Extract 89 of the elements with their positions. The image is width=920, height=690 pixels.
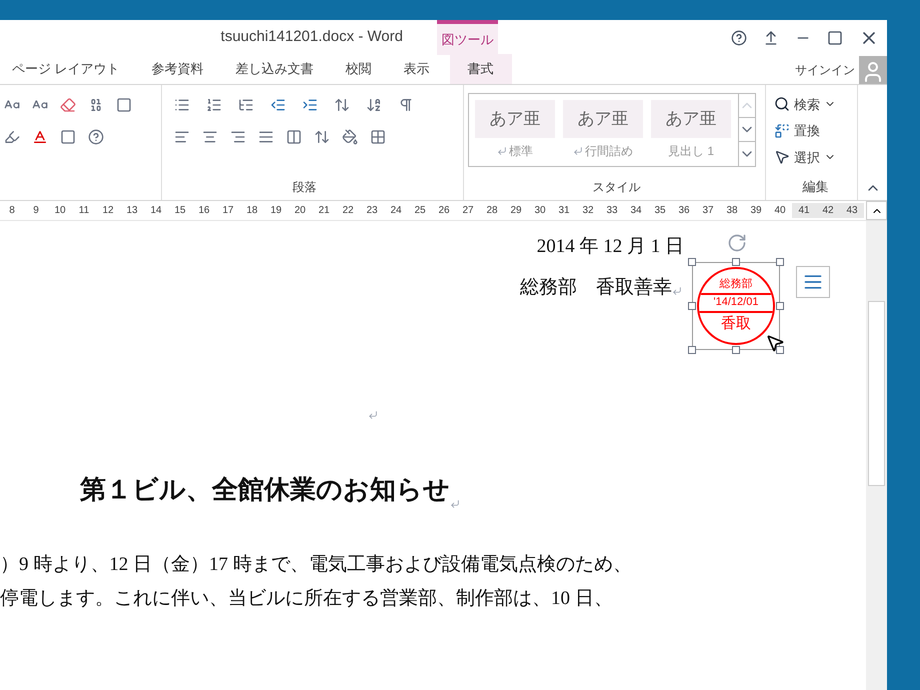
ruler-number: 27 — [461, 204, 475, 218]
ribbon-display-icon[interactable] — [763, 30, 779, 46]
editing-button[interactable]: 置換 — [774, 120, 857, 142]
ruler-number: 9 — [32, 204, 40, 218]
ruler-number: 32 — [581, 204, 595, 218]
group-label: スタイル — [592, 179, 640, 196]
date-line: 2014 年 12 月 1 日 — [536, 235, 684, 259]
layout-options-button[interactable] — [796, 266, 830, 298]
style-gallery-item[interactable]: あア亜 行間詰め — [563, 100, 643, 160]
ribbon-tab[interactable]: 参考資料 — [140, 54, 216, 84]
maximize-icon[interactable] — [827, 30, 843, 46]
ribbon-tab[interactable]: 書式 — [450, 54, 512, 84]
rotate-handle-icon[interactable] — [727, 232, 747, 252]
ruler-number: 36 — [677, 204, 691, 218]
paragraph-mark-icon — [497, 146, 507, 156]
resize-handle[interactable] — [776, 302, 784, 310]
stamp-department: 総務部 — [718, 276, 754, 292]
ruler-number: 10 — [53, 204, 67, 218]
style-gallery-item[interactable]: あア亜 標準 — [475, 100, 555, 160]
resize-handle[interactable] — [688, 302, 696, 310]
ruler-number: 35 — [653, 204, 667, 218]
stamp-name: 香取 — [720, 314, 752, 334]
ruler-number: 42 — [816, 203, 840, 218]
pointer-icon — [774, 149, 790, 166]
sign-in-link[interactable]: サインイン — [795, 60, 855, 78]
paragraph-mark-icon — [672, 286, 682, 296]
scrollbar-thumb[interactable] — [868, 301, 885, 486]
style-preview: あア亜 — [475, 100, 555, 138]
ruler-number: 20 — [293, 204, 307, 218]
help-icon[interactable] — [731, 30, 747, 46]
group-label: 段落 — [292, 179, 318, 196]
ruler-number: 24 — [389, 204, 403, 218]
ruler-number: 17 — [221, 204, 235, 218]
replace-icon — [774, 122, 790, 139]
ruler-number: 39 — [749, 204, 763, 218]
group-label: 編集 — [802, 178, 828, 196]
style-name: 見出し 1 — [668, 143, 714, 160]
sender-line: 総務部 香取善幸 — [520, 276, 672, 300]
ruler-number: 14 — [149, 204, 163, 218]
ruler-number: 18 — [245, 204, 259, 218]
style-name: 標準 — [509, 143, 533, 160]
editing-button[interactable]: 選択 — [774, 146, 857, 168]
paragraph-mark-icon — [573, 146, 583, 156]
style-preview: あア亜 — [651, 100, 731, 138]
ruler-number: 21 — [317, 204, 331, 218]
paragraph-mark-icon — [368, 410, 378, 420]
ruler-number: 19 — [269, 204, 283, 218]
window-title: tsuuchi141201.docx - Word — [220, 27, 403, 48]
ruler-number: 40 — [773, 204, 787, 218]
ruler-number: 37 — [701, 204, 715, 218]
editing-button[interactable]: 検索 — [774, 93, 857, 116]
ruler-number: 29 — [509, 204, 523, 218]
paragraph-mark-icon — [450, 498, 460, 508]
resize-handle[interactable] — [688, 346, 696, 354]
ribbon-tab[interactable]: ページ レイアウト — [0, 54, 132, 84]
resize-handle[interactable] — [732, 258, 740, 266]
resize-handle[interactable] — [776, 258, 784, 266]
style-name: 行間詰め — [585, 143, 633, 160]
ribbon-tab[interactable]: 表示 — [392, 54, 442, 84]
ruler-number: 30 — [533, 204, 547, 218]
ribbon-tab[interactable]: 差し込み文書 — [224, 54, 326, 84]
context-tab-header: 図ツール — [437, 20, 498, 55]
ruler-number: 12 — [101, 204, 115, 218]
ruler-number: 22 — [341, 204, 355, 218]
ruler-number: 43 — [840, 203, 864, 218]
ruler-number: 41 — [792, 203, 816, 218]
resize-handle[interactable] — [688, 258, 696, 266]
ruler-number: 26 — [437, 204, 451, 218]
style-gallery-item[interactable]: あア亜 見出し 1 — [651, 100, 731, 160]
ruler-number: 38 — [725, 204, 739, 218]
ruler-number: 25 — [413, 204, 427, 218]
ruler-number: 13 — [125, 204, 139, 218]
ruler-number: 16 — [197, 204, 211, 218]
body-text-line: 停電します。これに伴い、当ビルに所在する営業部、制作部は、10 日、 — [0, 587, 614, 611]
ruler-number: 28 — [485, 204, 499, 218]
ruler-number: 31 — [557, 204, 571, 218]
mouse-cursor-icon — [765, 332, 785, 352]
ruler-number: 15 — [173, 204, 187, 218]
ribbon-tab[interactable]: 校閲 — [334, 54, 384, 84]
resize-handle[interactable] — [732, 346, 740, 354]
stamp-date: '14/12/01 — [699, 292, 773, 312]
ruler-number: 23 — [365, 204, 379, 218]
body-text-line: ）9 時より、12 日（金）17 時まで、電気工事および設備電気点検のため、 — [0, 552, 633, 576]
ruler-number: 11 — [78, 204, 90, 218]
ruler-number: 33 — [605, 204, 619, 218]
ruler-number: 8 — [8, 204, 16, 218]
style-preview: あア亜 — [563, 100, 643, 138]
document-heading: 第１ビル、全館休業のお知らせ — [80, 472, 450, 506]
ruler-number: 34 — [629, 204, 643, 218]
